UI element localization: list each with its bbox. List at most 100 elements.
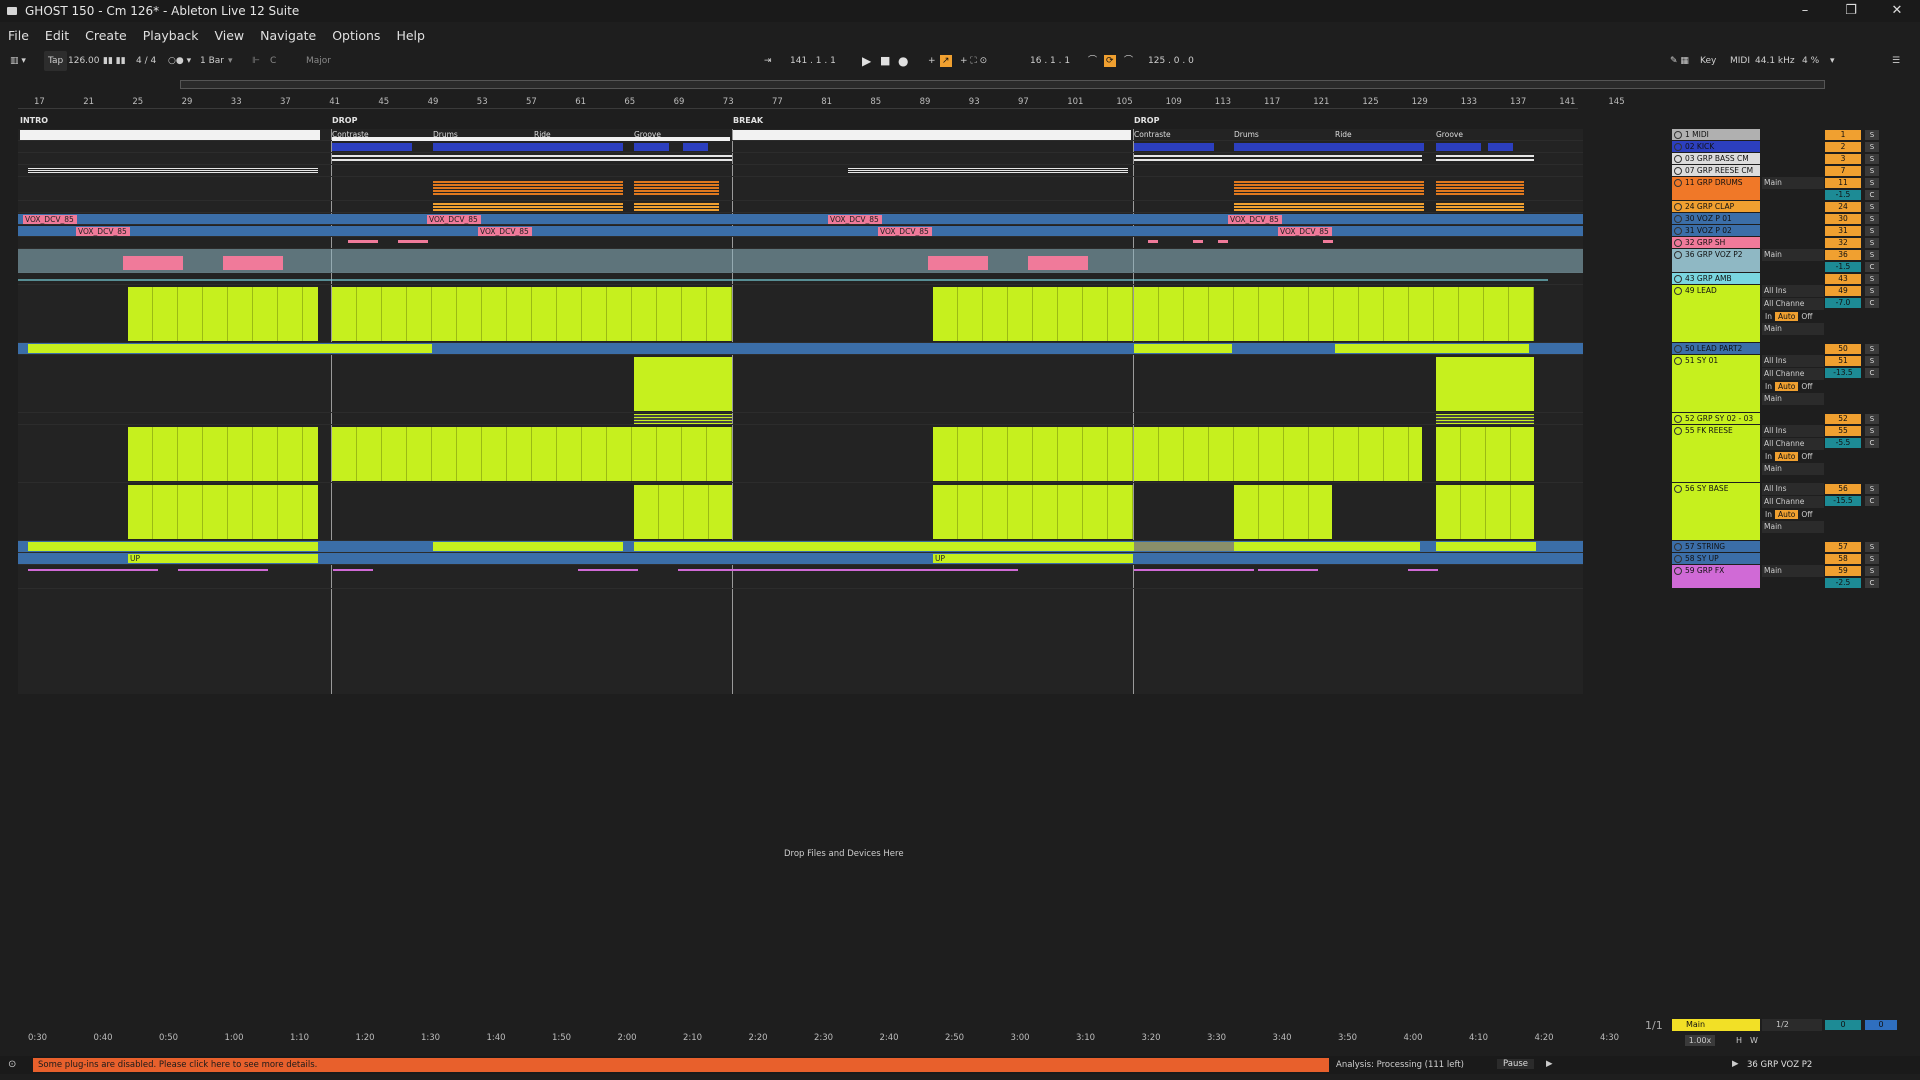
track-arm-number[interactable]: 11 bbox=[1825, 178, 1861, 188]
monitor-off-button[interactable]: Off bbox=[1798, 510, 1815, 519]
solo-button[interactable]: S bbox=[1865, 554, 1879, 564]
pan-field[interactable]: C bbox=[1865, 298, 1879, 308]
beat-ruler[interactable]: 17 21 25 29 33 37 41 45 49 53 57 61 65 69 73 77 81 85 89 93… bbox=[18, 96, 1625, 109]
track-arm-number[interactable]: 2 bbox=[1825, 142, 1861, 152]
maximize-button[interactable]: ❐ bbox=[1828, 0, 1874, 22]
nudge-icon[interactable]: ▮▮ ▮▮ bbox=[103, 51, 126, 71]
kick-clip[interactable] bbox=[1134, 143, 1214, 151]
kick-clip[interactable] bbox=[634, 143, 669, 151]
sh-clip[interactable] bbox=[348, 240, 378, 243]
fx-clip[interactable] bbox=[333, 569, 373, 571]
clap-clip[interactable] bbox=[1436, 203, 1524, 211]
reese-clip[interactable] bbox=[28, 168, 318, 173]
follow-icon[interactable]: ⇥ bbox=[764, 51, 772, 71]
input-channel-dropdown[interactable]: All Channe bbox=[1762, 368, 1824, 380]
pan-field[interactable]: C bbox=[1865, 578, 1879, 588]
string-clip[interactable] bbox=[1234, 542, 1420, 551]
track-fold-icon[interactable] bbox=[1674, 357, 1682, 365]
track-arm-number[interactable]: 55 bbox=[1825, 426, 1861, 436]
tempo-field[interactable]: 126.00 bbox=[68, 51, 100, 71]
vox-clip[interactable]: VOX_DCV_85 bbox=[1228, 215, 1282, 224]
track-fold-icon[interactable] bbox=[1674, 143, 1682, 151]
pan-field[interactable]: C bbox=[1865, 190, 1879, 200]
track-arm-number[interactable]: 52 bbox=[1825, 414, 1861, 424]
track-lane[interactable] bbox=[18, 355, 1583, 413]
vox-lane-bg[interactable] bbox=[18, 214, 1583, 224]
locator-2[interactable]: BREAK bbox=[733, 116, 763, 125]
lead-clip[interactable] bbox=[933, 287, 1133, 341]
sy01-clip[interactable] bbox=[634, 357, 732, 411]
string-clip-muted[interactable] bbox=[1134, 542, 1234, 551]
solo-button[interactable]: S bbox=[1865, 286, 1879, 296]
tap-button[interactable]: Tap bbox=[44, 51, 68, 71]
track-fold-icon[interactable] bbox=[1674, 179, 1682, 187]
sybase-clip[interactable] bbox=[128, 485, 318, 539]
vox-clip[interactable]: VOX_DCV_85 bbox=[23, 215, 77, 224]
main-pan[interactable]: 0 bbox=[1865, 1020, 1897, 1030]
key-map-button[interactable]: Key bbox=[1700, 51, 1716, 71]
pan-field[interactable]: C bbox=[1865, 262, 1879, 272]
time-ruler[interactable]: 0:30 0:40 0:50 1:00 1:10 1:20 1:30 1:40 1:50 2:00… bbox=[18, 1033, 1619, 1045]
volume-field[interactable]: -1.5 bbox=[1825, 262, 1861, 272]
menu-edit[interactable]: Edit bbox=[37, 25, 77, 47]
sybase-clip[interactable] bbox=[634, 485, 732, 539]
track-fold-icon[interactable] bbox=[1674, 167, 1682, 175]
track-fold-icon[interactable] bbox=[1674, 415, 1682, 423]
track-header[interactable]: 52 GRP SY 02 - 03 bbox=[1672, 413, 1760, 424]
track-header[interactable]: 59 GRP FX bbox=[1672, 565, 1760, 588]
track-fold-icon[interactable] bbox=[1674, 275, 1682, 283]
sh-clip[interactable] bbox=[1193, 240, 1203, 243]
sy02-clip[interactable] bbox=[1436, 414, 1534, 424]
track-arm-number[interactable]: 1 bbox=[1825, 130, 1861, 140]
output-dropdown[interactable]: Main bbox=[1762, 565, 1824, 577]
track-fold-icon[interactable] bbox=[1674, 485, 1682, 493]
vox-clip[interactable]: VOX_DCV_85 bbox=[878, 227, 932, 236]
monitor-in-button[interactable]: In bbox=[1762, 382, 1775, 391]
track-fold-icon[interactable] bbox=[1674, 215, 1682, 223]
monitor-auto-button[interactable]: Auto bbox=[1774, 382, 1799, 391]
fx-clip[interactable] bbox=[28, 569, 88, 571]
string-clip[interactable] bbox=[634, 542, 1134, 551]
key-dropdown[interactable]: C bbox=[270, 51, 276, 71]
track-fold-icon[interactable] bbox=[1674, 555, 1682, 563]
solo-button[interactable]: S bbox=[1865, 356, 1879, 366]
stop-button[interactable]: ■ bbox=[880, 51, 890, 71]
pan-field[interactable]: C bbox=[1865, 368, 1879, 378]
bass-clip[interactable] bbox=[634, 155, 732, 163]
input-type-dropdown[interactable]: All Ins bbox=[1762, 355, 1824, 367]
monitor-off-button[interactable]: Off bbox=[1798, 382, 1815, 391]
input-type-dropdown[interactable]: All Ins bbox=[1762, 285, 1824, 297]
track-arm-number[interactable]: 57 bbox=[1825, 542, 1861, 552]
fx-clip[interactable] bbox=[1408, 569, 1438, 571]
track-fold-icon[interactable] bbox=[1674, 239, 1682, 247]
play-button[interactable]: ▶ bbox=[862, 51, 871, 71]
pan-field[interactable]: C bbox=[1865, 496, 1879, 506]
cpu-arrow-icon[interactable]: ▾ bbox=[1830, 51, 1835, 71]
loop-length-field[interactable]: 125 . 0 . 0 bbox=[1148, 51, 1194, 71]
drums-clip[interactable] bbox=[634, 181, 719, 195]
menu-view[interactable]: View bbox=[206, 25, 252, 47]
menu-create[interactable]: Create bbox=[77, 25, 135, 47]
track-arm-number[interactable]: 7 bbox=[1825, 166, 1861, 176]
vox-clip[interactable]: VOX_DCV_85 bbox=[427, 215, 481, 224]
record-button[interactable]: ● bbox=[898, 51, 908, 71]
track-fold-icon[interactable] bbox=[1674, 345, 1682, 353]
sh-clip[interactable] bbox=[398, 240, 428, 243]
track-header[interactable]: 02 KICK bbox=[1672, 141, 1760, 152]
bass-clip[interactable] bbox=[1134, 155, 1422, 163]
lead2-clip[interactable] bbox=[28, 344, 432, 353]
input-type-dropdown[interactable]: All Ins bbox=[1762, 483, 1824, 495]
track-arm-number[interactable]: 36 bbox=[1825, 250, 1861, 260]
track-header[interactable]: 24 GRP CLAP bbox=[1672, 201, 1760, 212]
amb-clip[interactable] bbox=[18, 279, 1548, 281]
solo-button[interactable]: S bbox=[1865, 484, 1879, 494]
volume-field[interactable]: -7.0 bbox=[1825, 298, 1861, 308]
view-toggle-icon[interactable]: ▥ ▾ bbox=[10, 51, 26, 71]
track-arm-number[interactable]: 59 bbox=[1825, 566, 1861, 576]
solo-button[interactable]: S bbox=[1865, 414, 1879, 424]
pan-field[interactable]: C bbox=[1865, 438, 1879, 448]
sy02-clip[interactable] bbox=[634, 414, 732, 424]
overdub-icon[interactable]: + bbox=[928, 51, 936, 71]
vox-clip[interactable]: VOX_DCV_85 bbox=[1278, 227, 1332, 236]
track-header[interactable]: 31 VOZ P 02 bbox=[1672, 225, 1760, 236]
